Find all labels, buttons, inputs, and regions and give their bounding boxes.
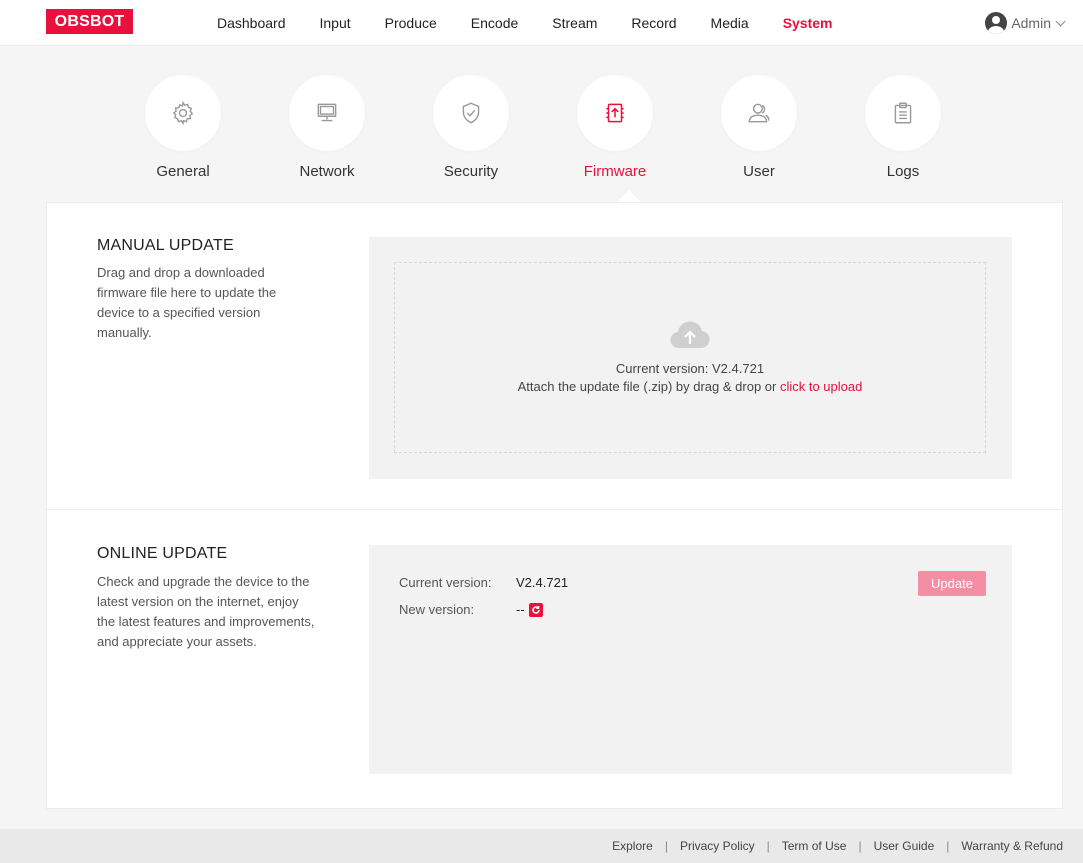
new-version-label: New version:: [399, 602, 475, 617]
footer-link-privacy-policy[interactable]: Privacy Policy: [680, 839, 755, 853]
online-update-title: ONLINE UPDATE: [97, 545, 228, 562]
online-update-panel: Current version: V2.4.721 New version: -…: [369, 545, 1012, 774]
footer-link-explore[interactable]: Explore: [612, 839, 653, 853]
footer-separator: |: [858, 839, 862, 853]
obsbot-logo[interactable]: OBSBOT: [46, 9, 133, 34]
system-categories: General Network Security Firmware User L…: [145, 75, 941, 180]
shield-check-icon: [462, 102, 480, 124]
tab-logs-label: Logs: [886, 163, 920, 180]
update-button[interactable]: Update: [918, 571, 986, 596]
tab-network[interactable]: Network: [289, 75, 365, 180]
tab-network-label: Network: [299, 163, 355, 180]
tab-user[interactable]: User: [721, 75, 797, 180]
manual-current-version: Current version: V2.4.721: [615, 360, 765, 376]
footer-link-term-of-use[interactable]: Term of Use: [782, 839, 847, 853]
general-circle: [145, 75, 221, 151]
section-divider: [47, 509, 1062, 510]
manual-update-title: MANUAL UPDATE: [97, 237, 234, 254]
user-circle: [721, 75, 797, 151]
nav-dashboard[interactable]: Dashboard: [200, 0, 303, 46]
tab-user-label: User: [743, 163, 775, 180]
security-circle: [433, 75, 509, 151]
firmware-drop-zone[interactable]: Current version: V2.4.721 Attach the upd…: [394, 262, 986, 453]
current-version-label: Current version:: [399, 575, 492, 590]
footer: Explore | Privacy Policy | Term of Use |…: [0, 829, 1083, 863]
new-version-row: New version: --: [399, 602, 543, 617]
clipboard-icon: [894, 102, 912, 124]
tab-firmware[interactable]: Firmware: [577, 75, 653, 180]
current-version-row: Current version: V2.4.721: [399, 575, 568, 590]
footer-separator: |: [766, 839, 770, 853]
footer-link-user-guide[interactable]: User Guide: [874, 839, 935, 853]
footer-separator: |: [946, 839, 950, 853]
footer-link-warranty-refund[interactable]: Warranty & Refund: [961, 839, 1063, 853]
gear-icon: [172, 100, 194, 126]
attach-instructions: Attach the update file (.zip) by drag & …: [518, 378, 863, 396]
user-menu[interactable]: Admin: [985, 12, 1066, 34]
nav-stream[interactable]: Stream: [535, 0, 614, 46]
manual-update-panel: Current version: V2.4.721 Attach the upd…: [369, 237, 1012, 479]
tab-general[interactable]: General: [145, 75, 221, 180]
main-nav: Dashboard Input Produce Encode Stream Re…: [200, 0, 850, 46]
tab-firmware-label: Firmware: [583, 163, 647, 180]
monitor-icon: [317, 103, 337, 122]
nav-system[interactable]: System: [766, 0, 850, 46]
refresh-version-button[interactable]: [528, 602, 543, 617]
users-icon: [748, 103, 770, 123]
refresh-icon: [531, 605, 540, 614]
logs-circle: [865, 75, 941, 151]
network-circle: [289, 75, 365, 151]
current-version-value: V2.4.721: [516, 575, 569, 590]
firmware-upload-icon: [606, 103, 624, 123]
tab-security[interactable]: Security: [433, 75, 509, 180]
nav-input[interactable]: Input: [303, 0, 368, 46]
new-version-value-wrap: --: [516, 602, 543, 617]
user-name: Admin: [1011, 15, 1051, 31]
nav-media[interactable]: Media: [694, 0, 766, 46]
nav-produce[interactable]: Produce: [368, 0, 454, 46]
firmware-circle: [577, 75, 653, 151]
firmware-card: MANUAL UPDATE Drag and drop a downloaded…: [46, 202, 1063, 809]
tab-logs[interactable]: Logs: [865, 75, 941, 180]
chevron-down-icon: [1055, 16, 1066, 26]
attach-text: Attach the update file (.zip) by drag & …: [517, 378, 780, 394]
nav-record[interactable]: Record: [614, 0, 693, 46]
online-update-description: Check and upgrade the device to the late…: [97, 574, 315, 649]
click-to-upload-link[interactable]: click to upload: [780, 379, 862, 394]
avatar-icon: [985, 12, 1008, 34]
top-navigation-bar: OBSBOT Dashboard Input Produce Encode St…: [0, 0, 1083, 46]
tab-general-label: General: [156, 163, 210, 180]
new-version-value: --: [516, 602, 525, 617]
nav-encode[interactable]: Encode: [454, 0, 535, 46]
cloud-upload-icon: [670, 321, 710, 348]
footer-separator: |: [664, 839, 668, 853]
active-tab-pointer: [617, 190, 641, 202]
manual-update-description: Drag and drop a downloaded firmware file…: [97, 265, 277, 340]
tab-security-label: Security: [443, 163, 499, 180]
